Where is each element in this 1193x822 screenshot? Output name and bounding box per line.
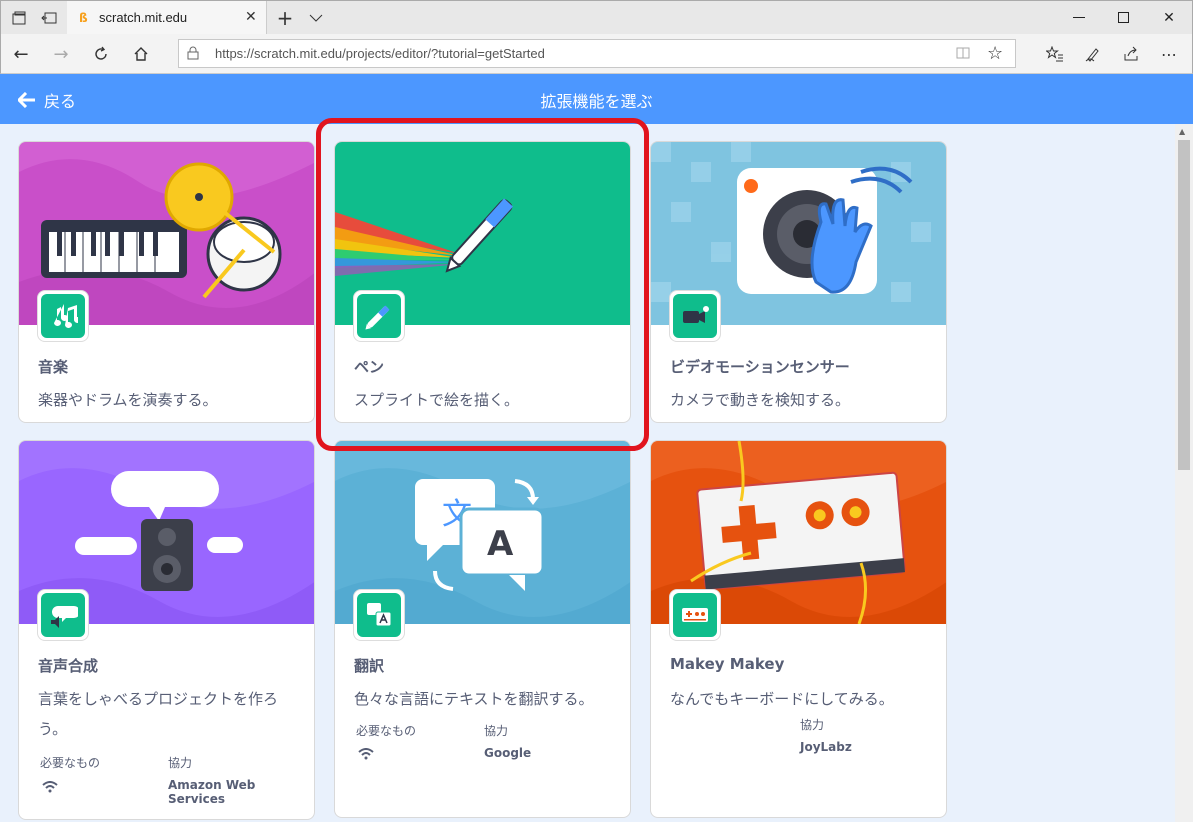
makey-makey-badge <box>669 589 721 641</box>
set-aside-tabs-icon[interactable] <box>39 8 59 28</box>
extension-card-music[interactable]: 音楽 楽器やドラムを演奏する。 <box>18 141 315 423</box>
pen-notes-icon[interactable] <box>1081 42 1105 66</box>
wifi-icon <box>358 748 374 760</box>
maximize-icon[interactable] <box>1104 6 1144 30</box>
requires-label: 必要なもの <box>356 724 417 738</box>
share-icon[interactable] <box>1119 42 1143 66</box>
extension-title: Makey Makey <box>670 655 785 673</box>
collaborator-label: 協力 <box>800 718 825 732</box>
music-badge <box>37 290 89 342</box>
collaborator-name: Google <box>484 746 532 760</box>
close-tab-icon[interactable]: ✕ <box>245 9 257 25</box>
extension-card-text-to-speech[interactable]: 音声合成 言葉をしゃべるプロジェクトを作ろう。 必要なもの 協力 Amazon … <box>18 440 315 820</box>
makey-board-icon <box>682 608 708 622</box>
back-arrow-icon[interactable]: ← <box>9 42 33 66</box>
browser-tab-bar: ß scratch.mit.edu ✕ + ✕ <box>0 0 1193 35</box>
extension-card-translate[interactable]: 文 A 翻訳 色々な言語にテキストを翻訳する。 必要なもの 協力 Google <box>334 440 631 818</box>
new-tab-icon[interactable]: + <box>275 6 295 30</box>
page-title: 拡張機能を選ぶ <box>540 92 653 111</box>
video-camera-icon <box>683 306 709 323</box>
tab-title: scratch.mit.edu <box>99 10 188 25</box>
refresh-icon[interactable] <box>89 42 113 66</box>
collaborator-label: 協力 <box>484 724 509 738</box>
scrollbar-thumb[interactable] <box>1178 140 1190 470</box>
url-path: /projects/editor/?tutorial=getStarted <box>342 46 545 61</box>
more-options-icon[interactable]: ⋯ <box>1157 42 1181 66</box>
collaborator-name: Amazon Web Services <box>168 778 256 806</box>
extension-description: 楽器やドラムを演奏する。 <box>38 391 218 409</box>
music-notes-icon <box>54 304 78 328</box>
extension-card-makey-makey[interactable]: Makey Makey なんでもキーボードにしてみる。 協力 JoyLabz <box>650 440 947 818</box>
browser-tab[interactable]: ß scratch.mit.edu ✕ <box>67 1 267 35</box>
collaborator-name: JoyLabz <box>800 740 852 754</box>
extension-description: 色々な言語にテキストを翻訳する。 <box>354 690 594 708</box>
minimize-icon[interactable] <box>1059 6 1099 30</box>
scrollbar[interactable]: ▲ <box>1175 124 1193 822</box>
extension-title: ビデオモーションセンサー <box>670 358 850 376</box>
favorite-star-icon[interactable]: ☆ <box>987 43 1003 64</box>
forward-arrow-icon[interactable]: → <box>49 42 73 66</box>
speech-badge <box>37 589 89 641</box>
translate-badge <box>353 589 405 641</box>
extension-description: 言葉をしゃべるプロジェクトを作ろう。 <box>38 690 279 738</box>
browser-nav-bar: ← → https://scratch.mit.edu/projects/edi… <box>0 34 1193 74</box>
favorites-list-icon[interactable] <box>1043 42 1067 66</box>
home-icon[interactable] <box>129 42 153 66</box>
close-window-icon[interactable]: ✕ <box>1149 6 1189 30</box>
scratch-favicon-icon: ß <box>79 11 88 25</box>
wifi-icon <box>42 781 58 793</box>
speaker-bubble-icon <box>51 606 78 628</box>
translate-icon <box>367 603 392 627</box>
extension-library-header: 戻る 拡張機能を選ぶ <box>0 74 1193 124</box>
collaborator-label: 協力 <box>168 756 193 770</box>
extension-title: 翻訳 <box>354 657 385 675</box>
requires-label: 必要なもの <box>40 756 101 770</box>
translate-target-glyph: A <box>487 524 514 564</box>
address-bar[interactable]: https://scratch.mit.edu/projects/editor/… <box>178 39 1016 68</box>
video-badge <box>669 290 721 342</box>
extension-card-video-sensing[interactable]: ビデオモーションセンサー カメラで動きを検知する。 <box>650 141 947 423</box>
lock-icon <box>187 46 199 60</box>
extension-description: なんでもキーボードにしてみる。 <box>670 690 894 708</box>
extension-title: 音楽 <box>38 358 69 376</box>
chevron-down-icon[interactable] <box>306 8 326 28</box>
url-text: https://scratch.mit.edu/projects/editor/… <box>215 46 545 61</box>
tab-manager-icon[interactable] <box>9 8 29 28</box>
url-host: https://scratch.mit.edu <box>215 46 343 61</box>
reading-view-icon[interactable] <box>956 46 970 64</box>
extension-description: カメラで動きを検知する。 <box>670 391 851 409</box>
extension-title: 音声合成 <box>38 657 99 675</box>
scroll-up-icon[interactable]: ▲ <box>1179 127 1185 136</box>
pen-card-highlight <box>316 118 649 451</box>
